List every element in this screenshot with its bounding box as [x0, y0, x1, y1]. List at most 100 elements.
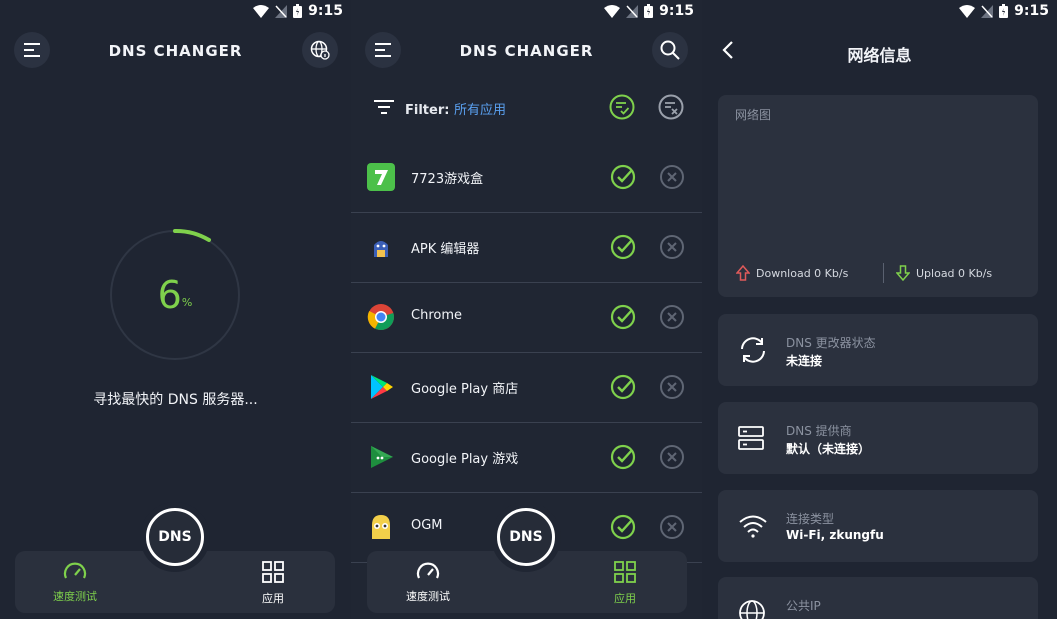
apps-grid-icon — [262, 561, 284, 583]
exclude-circle-icon[interactable] — [659, 234, 685, 260]
speedometer-icon — [416, 562, 440, 579]
status-bar: 9:15 — [959, 0, 1049, 22]
public-ip-label: 公共IP — [786, 599, 821, 613]
exclude-circle-icon[interactable] — [659, 164, 685, 190]
dns-status-card: DNS 更改器状态 未连接 — [718, 314, 1038, 386]
app-name: Google Play 商店 — [411, 382, 519, 397]
search-icon — [660, 40, 680, 60]
filter-bar: Filter: 所有应用 — [351, 94, 702, 122]
app-row[interactable]: APK 编辑器 — [351, 213, 702, 283]
app-name: APK 编辑器 — [411, 242, 480, 257]
status-bar: 9:15 — [604, 0, 694, 22]
app-7723-icon — [367, 163, 395, 191]
nav-apps[interactable]: 应用 — [228, 561, 318, 606]
server-icon — [738, 426, 764, 450]
battery-icon — [644, 4, 654, 18]
deselect-all-icon[interactable] — [658, 94, 684, 120]
wifi-icon — [959, 4, 976, 18]
app-row[interactable]: 7723游戏盒 — [351, 143, 702, 213]
app-name: Google Play 游戏 — [411, 452, 519, 467]
dns-provider-label: DNS 提供商 — [786, 424, 852, 438]
page-title: 网络信息 — [847, 46, 912, 65]
nav-speed-test[interactable]: 速度测试 — [383, 561, 473, 604]
status-time: 9:15 — [1014, 3, 1049, 19]
apps-screen: 9:15 DNS CHANGER Filter: 所有应用 7723游戏盒 AP… — [351, 0, 702, 619]
exclude-circle-icon[interactable] — [659, 374, 685, 400]
no-signal-icon — [275, 4, 288, 18]
filter-icon[interactable] — [374, 100, 394, 114]
speed-test-screen: 9:15 DNS CHANGER 6 % 寻找最快的 DNS 服务器... 速度… — [0, 0, 351, 619]
app-row[interactable]: Google Play 游戏 — [351, 423, 702, 493]
searching-message: 寻找最快的 DNS 服务器... — [93, 392, 258, 408]
google-play-store-icon — [371, 375, 393, 399]
check-circle-icon[interactable] — [610, 164, 636, 190]
dns-provider-value: 默认（未连接） — [786, 442, 871, 456]
status-bar: 9:15 — [253, 0, 343, 22]
connection-type-card: 连接类型 Wi-Fi, zkungfu — [718, 490, 1038, 562]
divider — [883, 263, 884, 283]
network-info-screen: 9:15 网络信息 网络图 Download 0 Kb/s Upload 0 K… — [702, 0, 1057, 619]
apps-grid-icon — [614, 561, 636, 583]
connection-type-label: 连接类型 — [786, 512, 835, 526]
download-arrow-icon — [736, 265, 750, 281]
dns-provider-card: DNS 提供商 默认（未连接） — [718, 402, 1038, 474]
check-circle-icon[interactable] — [610, 444, 636, 470]
network-graph-card: 网络图 Download 0 Kb/s Upload 0 Kb/s — [718, 95, 1038, 297]
app-title: DNS CHANGER — [459, 42, 594, 60]
exclude-circle-icon[interactable] — [659, 514, 685, 540]
dns-fab-button[interactable]: DNS — [497, 508, 555, 566]
app-name: OGM — [411, 518, 443, 533]
google-play-games-icon — [371, 446, 393, 468]
app-name: 7723游戏盒 — [411, 172, 484, 187]
dns-status-value: 未连接 — [786, 354, 823, 368]
progress-unit: % — [181, 295, 193, 309]
check-circle-icon[interactable] — [610, 514, 636, 540]
check-circle-icon[interactable] — [610, 374, 636, 400]
app-row[interactable]: Chrome — [351, 283, 702, 353]
battery-icon — [293, 4, 303, 18]
nav-speed-test-label: 速度测试 — [53, 590, 97, 603]
battery-icon — [999, 4, 1009, 18]
graph-title: 网络图 — [735, 108, 772, 122]
progress-value: 6 — [157, 273, 182, 317]
status-time: 9:15 — [659, 3, 694, 19]
app-row[interactable]: Google Play 商店 — [351, 353, 702, 423]
upload-arrow-icon — [896, 265, 910, 281]
speedometer-icon — [63, 562, 87, 579]
check-circle-icon[interactable] — [610, 234, 636, 260]
exclude-circle-icon[interactable] — [659, 304, 685, 330]
upload-text: Upload 0 Kb/s — [916, 266, 993, 280]
globe-ip-icon — [739, 600, 765, 619]
connection-type-value: Wi-Fi, zkungfu — [786, 528, 884, 542]
filter-value: 所有应用 — [453, 103, 506, 118]
app-name: Chrome — [411, 308, 462, 323]
nav-apps-label: 应用 — [262, 592, 284, 605]
wifi-icon — [739, 515, 767, 538]
filter-text[interactable]: Filter: 所有应用 — [405, 99, 506, 118]
sync-icon — [741, 337, 765, 363]
network-info-button[interactable] — [302, 32, 338, 68]
upload-speed: Upload 0 Kb/s — [896, 265, 992, 281]
download-speed: Download 0 Kb/s — [736, 265, 848, 281]
dns-fab-button[interactable]: DNS — [146, 508, 204, 566]
status-time: 9:15 — [308, 3, 343, 19]
app-title: DNS CHANGER — [108, 42, 243, 60]
check-circle-icon[interactable] — [610, 304, 636, 330]
progress-ring: 6 % — [108, 228, 242, 362]
nav-speed-test[interactable]: 速度测试 — [30, 561, 120, 604]
nav-apps[interactable]: 应用 — [580, 561, 670, 606]
nav-apps-label: 应用 — [614, 592, 636, 605]
wifi-icon — [604, 4, 621, 18]
chrome-icon — [367, 304, 394, 331]
ogm-icon — [372, 515, 390, 539]
apk-editor-icon — [374, 241, 388, 257]
filter-label: Filter: — [405, 103, 450, 118]
nav-speed-test-label: 速度测试 — [406, 590, 450, 603]
no-signal-icon — [626, 4, 639, 18]
download-text: Download 0 Kb/s — [756, 266, 849, 280]
dns-status-label: DNS 更改器状态 — [786, 336, 876, 350]
select-all-icon[interactable] — [609, 94, 635, 120]
exclude-circle-icon[interactable] — [659, 444, 685, 470]
search-button[interactable] — [652, 32, 688, 68]
wifi-icon — [253, 4, 270, 18]
